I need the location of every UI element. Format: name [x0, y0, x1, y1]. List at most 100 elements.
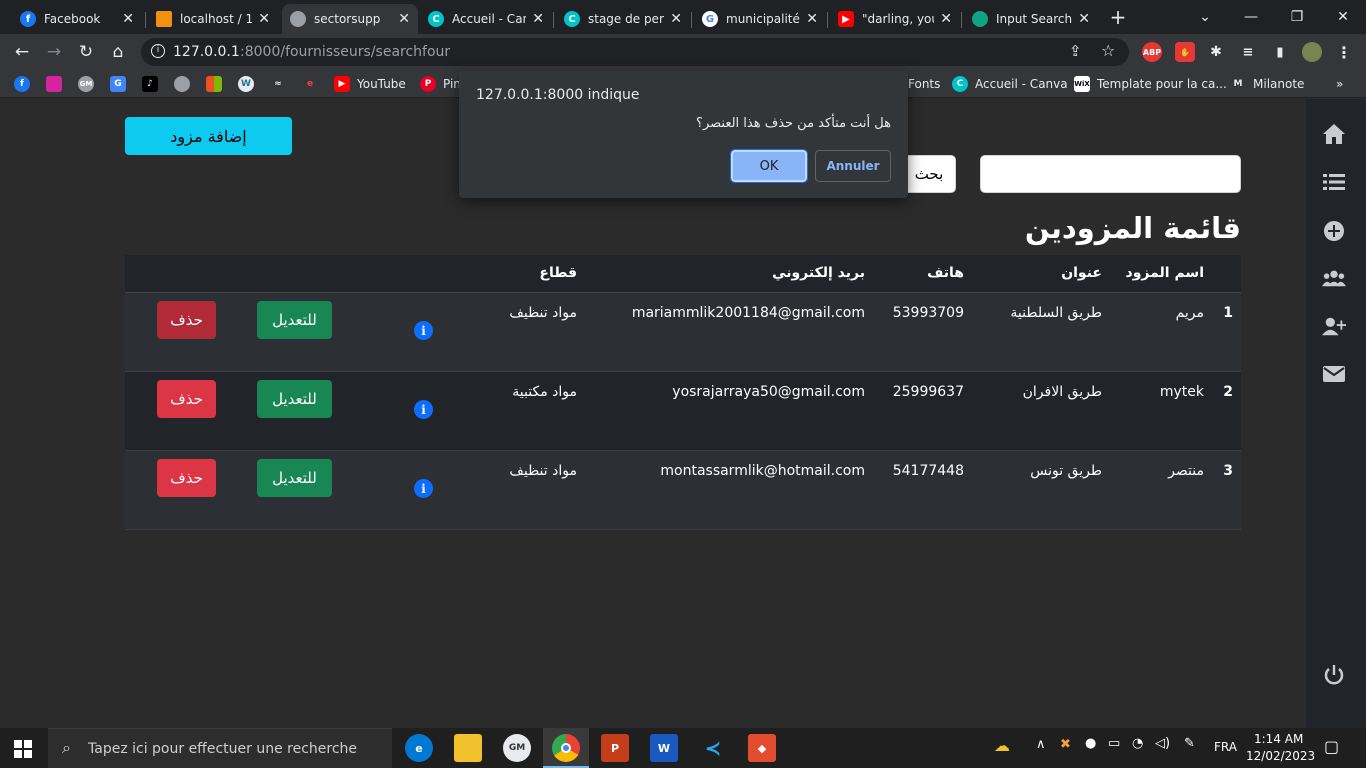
users-group-icon[interactable] [1322, 266, 1346, 290]
home-icon[interactable]: ⌂ [106, 40, 130, 64]
anydesk-icon[interactable]: ◆ [748, 734, 776, 762]
battery-icon[interactable]: ▭ [1108, 736, 1120, 751]
cancel-button[interactable]: Annuler [815, 150, 891, 182]
file-explorer-icon[interactable] [454, 734, 482, 762]
volume-icon[interactable]: ◁) [1155, 736, 1170, 751]
bookmark-canva[interactable]: C Accueil - Canva [952, 75, 1068, 93]
edit-button[interactable]: للتعديل [257, 301, 332, 339]
adblock-plus-icon[interactable]: ABP [1142, 42, 1162, 62]
close-icon[interactable]: ✕ [1078, 11, 1090, 27]
close-window-button[interactable]: ✕ [1320, 0, 1366, 34]
bookmark-pinterest[interactable]: P Pin [420, 75, 461, 93]
list-icon[interactable] [1322, 170, 1346, 194]
weather-icon[interactable]: ☁ [994, 736, 1010, 755]
bookmark-translate[interactable]: G [110, 75, 133, 93]
reload-icon[interactable]: ↻ [74, 40, 98, 64]
clock-time[interactable]: 1:14 AM [1254, 732, 1303, 746]
close-icon[interactable]: ✕ [940, 11, 952, 27]
back-icon[interactable]: ← [10, 40, 34, 64]
close-icon[interactable]: ✕ [670, 11, 682, 27]
bookmark-star-icon[interactable]: ☆ [1101, 41, 1115, 60]
tab-sectorsupp[interactable]: sectorsupp ✕ [282, 4, 418, 34]
tab-facebook[interactable]: f Facebook ✕ [12, 4, 142, 34]
add-supplier-button[interactable]: إضافة مزود [125, 117, 292, 155]
address-bar[interactable]: i 127.0.0.1 :8000/fournisseurs/searchfou… [141, 38, 1129, 66]
edit-button[interactable]: للتعديل [257, 459, 332, 497]
new-tab-button[interactable]: + [1096, 0, 1140, 34]
bookmark-tiktok[interactable]: ♪ [142, 75, 165, 93]
search-input[interactable] [980, 155, 1241, 193]
xampp-icon[interactable]: ✖ [1060, 737, 1071, 752]
tab-canva-accueil[interactable]: C Accueil - Canv ✕ [420, 4, 552, 34]
chatgpt-icon [972, 11, 988, 27]
close-icon[interactable]: ✕ [398, 11, 410, 27]
powerpoint-icon[interactable]: P [601, 734, 629, 762]
bookmark-globe[interactable] [174, 75, 197, 93]
extensions-puzzle-icon[interactable]: ✱ [1206, 42, 1226, 62]
profile-avatar[interactable] [1302, 42, 1322, 62]
chrome-icon[interactable] [552, 734, 580, 762]
pen-icon[interactable]: ✎ [1184, 736, 1195, 751]
user-plus-icon[interactable] [1322, 314, 1346, 338]
edit-button[interactable]: للتعديل [257, 380, 332, 418]
clock-date[interactable]: 12/02/2023 [1246, 749, 1315, 763]
bookmark-youtube[interactable]: ▶ YouTube [334, 75, 406, 93]
bookmark-ffa[interactable]: ≈ [270, 75, 293, 93]
close-icon[interactable]: ✕ [122, 11, 134, 27]
bookmark-wix[interactable]: WiX Template pour la ca... [1074, 75, 1227, 93]
bookmark-fonts[interactable]: Fonts [908, 75, 940, 93]
share-icon[interactable]: ⇪ [1069, 42, 1082, 60]
taskbar-search-input[interactable]: ⌕ Tapez ici pour effectuer une recherche [48, 728, 392, 768]
delete-button[interactable]: حذف [157, 459, 216, 497]
tab-chatgpt[interactable]: Input Search V ✕ [964, 4, 1098, 34]
vscode-icon[interactable]: ≺ [699, 734, 727, 762]
ok-button[interactable]: OK [730, 149, 808, 183]
tray-chevron-icon[interactable]: ∧ [1036, 737, 1046, 752]
close-icon[interactable]: ✕ [806, 11, 818, 27]
bookmark-wordpress[interactable]: W [238, 75, 261, 93]
bookmark-instagram[interactable] [46, 75, 69, 93]
gm-app-icon[interactable]: GM [503, 734, 531, 762]
tab-separator [553, 12, 554, 28]
tab-localhost[interactable]: localhost / 12 ✕ [148, 4, 278, 34]
media-queue-icon[interactable]: ≡ [1238, 42, 1258, 62]
menu-kebab-icon[interactable]: ⋮ [1334, 42, 1354, 62]
bookmark-e[interactable]: e [302, 75, 325, 93]
power-icon[interactable] [1322, 663, 1346, 687]
bookmark-microsoft[interactable] [206, 75, 229, 93]
info-icon[interactable]: i [414, 321, 433, 340]
youtube-icon: ▶ [334, 76, 350, 92]
tab-youtube[interactable]: ▶ "darling, your ✕ [830, 4, 960, 34]
extension-hand-icon[interactable]: ✋ [1175, 42, 1195, 62]
restore-button[interactable]: ❐ [1274, 0, 1320, 34]
bookmark-milanote[interactable]: M Milanote [1230, 75, 1305, 93]
close-icon[interactable]: ✕ [258, 11, 270, 27]
supplier-phone: 25999637 [892, 384, 964, 400]
delete-button[interactable]: حذف [157, 380, 216, 418]
bookmark-gm[interactable]: GM [78, 75, 101, 93]
minimize-button[interactable]: — [1228, 0, 1274, 34]
close-icon[interactable]: ✕ [532, 11, 544, 27]
side-panel-icon[interactable]: ▮ [1270, 42, 1290, 62]
language-indicator[interactable]: FRA [1214, 740, 1237, 754]
wifi-icon[interactable]: ◔ [1132, 736, 1143, 751]
more-bookmarks-icon[interactable]: » [1336, 75, 1343, 93]
forward-icon[interactable]: → [42, 40, 66, 64]
add-circle-icon[interactable] [1322, 219, 1346, 243]
info-icon[interactable]: i [151, 44, 165, 58]
envelope-icon[interactable] [1322, 362, 1346, 386]
search-button[interactable]: بحث [902, 155, 956, 193]
edge-icon[interactable]: e [405, 734, 433, 762]
tab-canva-stage[interactable]: C stage de perfe ✕ [556, 4, 690, 34]
tab-google[interactable]: G municipalité s ✕ [694, 4, 826, 34]
microphone-icon[interactable]: ● [1085, 736, 1096, 751]
info-icon[interactable]: i [414, 400, 433, 419]
word-icon[interactable]: W [650, 734, 678, 762]
home-icon[interactable] [1322, 122, 1346, 146]
windows-start-icon[interactable] [14, 740, 32, 762]
info-icon[interactable]: i [414, 479, 433, 498]
notifications-icon[interactable]: ▢ [1324, 737, 1339, 756]
tab-search-icon[interactable]: ⌄ [1182, 0, 1228, 34]
bookmark-facebook[interactable]: f [14, 75, 37, 93]
delete-button[interactable]: حذف [157, 301, 216, 339]
